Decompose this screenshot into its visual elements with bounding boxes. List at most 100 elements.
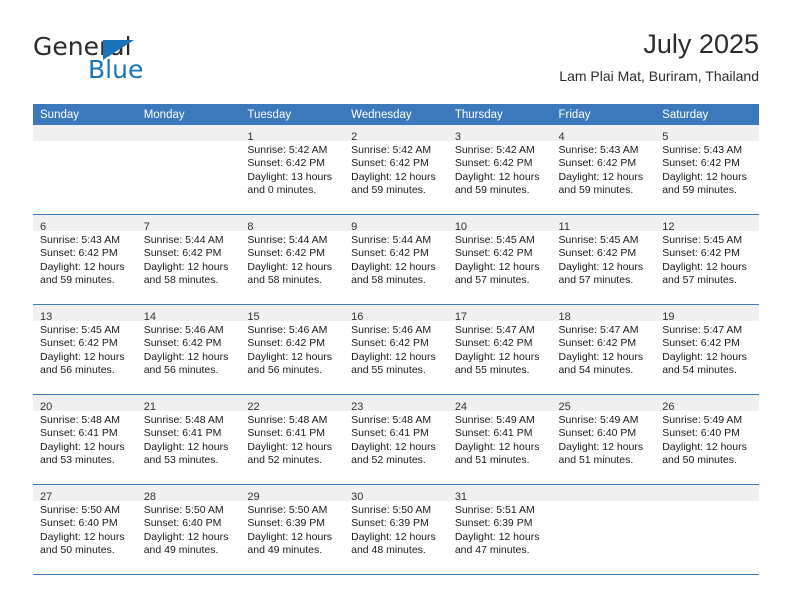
day-cell-details: Sunrise: 5:42 AM Sunset: 6:42 PM Daylight:… [344, 141, 448, 198]
calendar-day-cell[interactable]: 11 Sunrise: 5:45 AM Sunset: 6:42 PM Dayligh… [551, 214, 656, 305]
day-number-band: 17 [447, 305, 552, 323]
day-cell-details: Sunrise: 5:47 AM Sunset: 6:42 PM Daylight:… [552, 321, 656, 378]
day-cell-inner: 18 Sunrise: 5:47 AM Sunset: 6:42 PM Dayligh… [551, 305, 656, 394]
calendar-day-cell[interactable]: 19 Sunrise: 5:47 AM Sunset: 6:42 PM Dayligh… [655, 304, 759, 395]
daylight-text-line1: Daylight: 12 hours [143, 350, 229, 363]
day-cell-inner: 12 Sunrise: 5:45 AM Sunset: 6:42 PM Dayligh… [655, 215, 759, 304]
calendar-day-cell[interactable]: 21 Sunrise: 5:48 AM Sunset: 6:41 PM Dayligh… [136, 394, 241, 485]
calendar-day-cell[interactable]: 26 Sunrise: 5:49 AM Sunset: 6:40 PM Dayligh… [655, 394, 759, 485]
calendar-day-cell[interactable]: 24 Sunrise: 5:49 AM Sunset: 6:41 PM Dayligh… [447, 394, 552, 485]
calendar-week-row: 20 Sunrise: 5:48 AM Sunset: 6:41 PM Dayligh… [33, 394, 759, 485]
calendar-day-cell[interactable]: 23 Sunrise: 5:48 AM Sunset: 6:41 PM Dayligh… [344, 394, 448, 485]
day-number: 30 [351, 491, 364, 503]
day-number-band: 23 [344, 395, 448, 413]
calendar-week-row: 27 Sunrise: 5:50 AM Sunset: 6:40 PM Dayligh… [33, 484, 759, 575]
day-number-band: 7 [136, 215, 241, 233]
day-number-band: 2 [344, 125, 448, 143]
sunrise-text: Sunrise: 5:48 AM [247, 414, 328, 426]
sunset-text: Sunset: 6:42 PM [558, 337, 637, 350]
daylight-text-line2: and 56 minutes. [40, 364, 115, 377]
weekday-header-saturday: Saturday [655, 104, 759, 125]
day-number-band: 10 [447, 215, 552, 233]
calendar-day-cell[interactable]: 9 Sunrise: 5:44 AM Sunset: 6:42 PM Daylight… [344, 214, 448, 305]
daylight-text-line1: Daylight: 12 hours [40, 350, 125, 363]
calendar-day-cell[interactable]: 10 Sunrise: 5:45 AM Sunset: 6:42 PM Dayligh… [447, 214, 552, 305]
calendar-day-cell[interactable]: 22 Sunrise: 5:48 AM Sunset: 6:41 PM Dayligh… [240, 394, 345, 485]
weekday-header-friday: Friday [551, 104, 656, 125]
sunset-text: Sunset: 6:42 PM [40, 247, 118, 260]
calendar-day-cell[interactable]: 7 Sunrise: 5:44 AM Sunset: 6:42 PM Daylight… [136, 214, 241, 305]
day-number: 12 [662, 221, 675, 233]
calendar-day-cell[interactable]: 28 Sunrise: 5:50 AM Sunset: 6:40 PM Dayligh… [136, 484, 241, 575]
day-cell-inner: 7 Sunrise: 5:44 AM Sunset: 6:42 PM Daylight… [136, 215, 241, 304]
day-cell-inner: 17 Sunrise: 5:47 AM Sunset: 6:42 PM Dayligh… [447, 305, 552, 394]
sunrise-text: Sunrise: 5:47 AM [662, 324, 743, 336]
calendar-day-cell[interactable]: 16 Sunrise: 5:46 AM Sunset: 6:42 PM Dayligh… [344, 304, 448, 395]
weekday-header-row: Sunday Monday Tuesday Wednesday Thursday… [33, 104, 759, 125]
sunrise-text: Sunrise: 5:45 AM [454, 234, 535, 246]
calendar-day-cell[interactable]: 3 Sunrise: 5:42 AM Sunset: 6:42 PM Daylight… [447, 125, 552, 215]
day-cell-inner: 26 Sunrise: 5:49 AM Sunset: 6:40 PM Dayligh… [655, 395, 759, 484]
daylight-text-line2: and 51 minutes. [454, 454, 530, 467]
calendar-day-cell[interactable]: 29 Sunrise: 5:50 AM Sunset: 6:39 PM Dayligh… [240, 484, 345, 575]
page-title: July 2025 [643, 29, 759, 59]
sunrise-text: Sunrise: 5:50 AM [143, 504, 224, 516]
daylight-text-line2: and 58 minutes. [351, 274, 426, 287]
calendar-day-cell[interactable]: 15 Sunrise: 5:46 AM Sunset: 6:42 PM Dayligh… [240, 304, 345, 395]
day-number-band: 29 [240, 485, 345, 503]
day-number: 28 [143, 491, 156, 503]
daylight-text-line2: and 52 minutes. [247, 454, 323, 467]
day-cell-details: Sunrise: 5:45 AM Sunset: 6:42 PM Daylight:… [655, 231, 759, 288]
daylight-text-line2: and 50 minutes. [40, 544, 115, 557]
day-number: 9 [351, 221, 358, 233]
day-cell-details: Sunrise: 5:42 AM Sunset: 6:42 PM Daylight:… [448, 141, 552, 198]
day-number-band: 8 [240, 215, 345, 233]
day-cell-inner: 23 Sunrise: 5:48 AM Sunset: 6:41 PM Dayligh… [344, 395, 448, 484]
calendar-day-cell[interactable]: 5 Sunrise: 5:43 AM Sunset: 6:42 PM Daylight… [655, 125, 759, 215]
day-cell-inner [136, 125, 241, 214]
calendar-empty-cell [655, 484, 759, 575]
daylight-text-line2: and 58 minutes. [143, 274, 219, 287]
calendar-day-cell[interactable]: 6 Sunrise: 5:43 AM Sunset: 6:42 PM Daylight… [33, 214, 137, 305]
calendar-day-cell[interactable]: 2 Sunrise: 5:42 AM Sunset: 6:42 PM Daylight… [344, 125, 448, 215]
day-cell-details: Sunrise: 5:47 AM Sunset: 6:42 PM Daylight:… [448, 321, 552, 378]
calendar-day-cell[interactable]: 12 Sunrise: 5:45 AM Sunset: 6:42 PM Dayligh… [655, 214, 759, 305]
calendar-day-cell[interactable]: 31 Sunrise: 5:51 AM Sunset: 6:39 PM Dayligh… [447, 484, 552, 575]
day-cell-details: Sunrise: 5:45 AM Sunset: 6:42 PM Daylight:… [552, 231, 656, 288]
day-cell-details: Sunrise: 5:43 AM Sunset: 6:42 PM Daylight:… [655, 141, 759, 198]
calendar-day-cell[interactable]: 20 Sunrise: 5:48 AM Sunset: 6:41 PM Dayligh… [33, 394, 137, 485]
daylight-text-line2: and 59 minutes. [662, 184, 737, 197]
day-number: 8 [247, 221, 254, 233]
day-cell-details: Sunrise: 5:48 AM Sunset: 6:41 PM Daylight:… [33, 411, 137, 468]
calendar-day-cell[interactable]: 14 Sunrise: 5:46 AM Sunset: 6:42 PM Dayligh… [136, 304, 241, 395]
calendar-day-cell[interactable]: 4 Sunrise: 5:43 AM Sunset: 6:42 PM Daylight… [551, 125, 656, 215]
calendar-day-cell[interactable]: 30 Sunrise: 5:50 AM Sunset: 6:39 PM Dayligh… [344, 484, 448, 575]
sunrise-text: Sunrise: 5:45 AM [558, 234, 639, 246]
day-cell-inner: 3 Sunrise: 5:42 AM Sunset: 6:42 PM Daylight… [447, 125, 552, 214]
calendar-day-cell[interactable]: 13 Sunrise: 5:45 AM Sunset: 6:42 PM Dayligh… [33, 304, 137, 395]
brand-name-blue: Blue [88, 55, 144, 84]
sunrise-text: Sunrise: 5:45 AM [662, 234, 743, 246]
day-cell-details: Sunrise: 5:50 AM Sunset: 6:39 PM Daylight:… [344, 501, 448, 558]
day-cell-inner: 15 Sunrise: 5:46 AM Sunset: 6:42 PM Dayligh… [240, 305, 345, 394]
sunset-text: Sunset: 6:39 PM [454, 517, 533, 530]
daylight-text-line1: Daylight: 12 hours [351, 170, 436, 183]
calendar-day-cell[interactable]: 1 Sunrise: 5:42 AM Sunset: 6:42 PM Daylight… [240, 125, 345, 215]
calendar-day-cell[interactable]: 8 Sunrise: 5:44 AM Sunset: 6:42 PM Daylight… [240, 214, 345, 305]
sunrise-text: Sunrise: 5:46 AM [143, 324, 224, 336]
daylight-text-line1: Daylight: 12 hours [143, 260, 229, 273]
calendar-day-cell[interactable]: 17 Sunrise: 5:47 AM Sunset: 6:42 PM Dayligh… [447, 304, 552, 395]
daylight-text-line1: Daylight: 12 hours [40, 530, 125, 543]
calendar-day-cell[interactable]: 27 Sunrise: 5:50 AM Sunset: 6:40 PM Dayligh… [33, 484, 137, 575]
day-number: 23 [351, 401, 364, 413]
day-cell-inner: 1 Sunrise: 5:42 AM Sunset: 6:42 PM Daylight… [240, 125, 345, 214]
brand-logo[interactable]: General Blue [33, 32, 253, 90]
calendar-day-cell[interactable]: 18 Sunrise: 5:47 AM Sunset: 6:42 PM Dayligh… [551, 304, 656, 395]
day-cell-inner: 10 Sunrise: 5:45 AM Sunset: 6:42 PM Dayligh… [447, 215, 552, 304]
day-number: 5 [662, 131, 669, 143]
daylight-text-line1: Daylight: 12 hours [558, 260, 644, 273]
day-cell-details: Sunrise: 5:43 AM Sunset: 6:42 PM Daylight:… [552, 141, 656, 198]
day-cell-details: Sunrise: 5:42 AM Sunset: 6:42 PM Daylight:… [240, 141, 344, 198]
day-cell-inner: 13 Sunrise: 5:45 AM Sunset: 6:42 PM Dayligh… [33, 305, 137, 394]
calendar-day-cell[interactable]: 25 Sunrise: 5:49 AM Sunset: 6:40 PM Dayligh… [551, 394, 656, 485]
